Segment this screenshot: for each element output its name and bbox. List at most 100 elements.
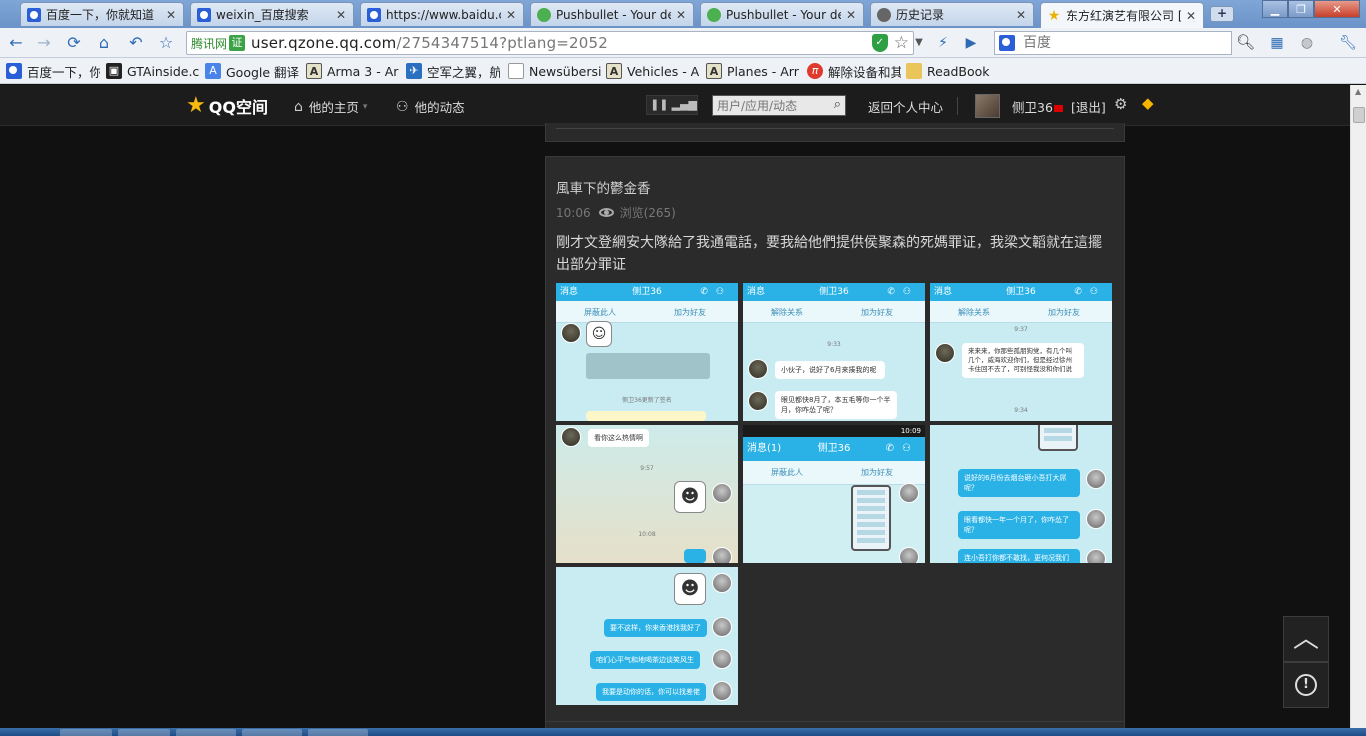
chat-bubble: 咱们心平气和地喝茶边谈笑风生 [590,651,700,669]
back-button[interactable]: ← [6,33,26,53]
bookmark-item[interactable]: A Google 翻译 [205,62,299,80]
pause-icon[interactable]: ❚❚ [647,96,672,114]
lightning-icon: ⚡ [938,35,948,51]
vertical-scrollbar[interactable]: ▲ [1350,85,1366,728]
photo-thumbnail[interactable]: 看你这么热情啊 9:57 ☻ 10:08 [556,425,738,563]
photo-thumbnail[interactable]: 消息 侧卫36 ✆⚇ 屏蔽此人 加为好友 ☺ 侧卫36更新了签名 [556,283,738,421]
scrollbar-thumb[interactable] [1353,107,1365,123]
undo-button[interactable]: ↶ [126,33,146,53]
bookmark-item[interactable]: Newsübersi [508,62,602,80]
close-icon[interactable]: ✕ [505,8,517,22]
bar-chart-icon[interactable]: ▂▄▆ [672,96,697,114]
qzone-search-input[interactable] [713,96,823,115]
home-button[interactable]: ⌂ [94,33,114,53]
bookmark-item[interactable]: ▣ GTAinside.c [106,62,200,80]
close-icon[interactable]: ✕ [1185,9,1197,23]
chat-actions: 屏蔽此人 加为好友 [556,301,738,323]
post-author[interactable]: 風車下的鬱金香 [556,177,651,197]
photo-thumbnail[interactable]: 10:09 消息(1) 侧卫36 ✆⚇ 屏蔽此人 加为好友 [743,425,925,563]
extensions-button[interactable]: ▦ [1268,33,1286,53]
home-icon: ⌂ [98,33,110,52]
baidu-paw-icon [197,7,211,22]
bookmark-label: Planes - Arr [727,63,799,79]
sticker: ☻ [674,481,706,513]
post-time: 10:06 [556,205,591,220]
search-button[interactable]: 🔍︎ [1236,33,1255,51]
chat-action-label: 解除关系 [771,308,803,317]
bookmark-item[interactable]: A Vehicles - A [606,62,700,80]
bookmark-item[interactable]: A Planes - Arr [706,62,800,80]
nav-his-home[interactable]: ⌂ 他的主页 ▾ [294,97,367,116]
forward-button[interactable]: → [34,33,54,53]
tab-baidu-url[interactable]: https://www.baidu.c ✕ [360,2,524,26]
plane-icon: ✈ [406,63,422,79]
bookmark-item[interactable]: ReadBook [906,62,1006,80]
chat-bubble: 要不这样，你来香港找我好了 [604,619,707,637]
search-icon[interactable]: ⌕ [834,97,841,112]
url-text[interactable]: user.qzone.qq.com/2754347514?ptlang=2052 [251,34,608,52]
bookmark-item[interactable]: ✈ 空军之翼，航 [406,62,500,80]
bookmark-item[interactable]: A Arma 3 - Ar [306,62,400,80]
minimize-button[interactable]: ▁ [1262,0,1288,18]
search-box[interactable] [994,31,1232,55]
new-tab-button[interactable]: + [1210,6,1234,22]
photo-thumbnail[interactable]: ☻ 要不这样，你来香港找我好了 咱们心平气和地喝茶边谈笑风生 我要是动你的话，你… [556,567,738,705]
photo-thumbnail[interactable]: 消息 侧卫36 ✆⚇ 解除关系 加为好友 9:33 小伙子，说好了6月来揍我的呢 眼见… [743,283,925,421]
speed-button[interactable]: ⚡ [934,33,952,53]
chat-bubble: 来来来，你那些孤朋狗党，有几个叫几个，威海欢迎你们，但是经过徐州卡住回不去了，可… [962,343,1084,378]
tab-pushbullet-2[interactable]: Pushbullet - Your de ✕ [700,2,864,26]
star-icon[interactable]: ☆ [894,34,909,52]
bookmark-button[interactable]: ☆ [156,33,176,53]
avatar[interactable] [975,94,1000,118]
diamond-icon[interactable]: ◆ [1142,94,1154,112]
play-button[interactable]: ▶ [962,33,980,53]
gear-icon[interactable]: ⚙ [1114,95,1127,113]
tab-qzone-active[interactable]: ★ 东方红演艺有限公司 [ ✕ [1040,2,1204,28]
taskbar-item[interactable] [176,729,236,736]
photo-thumbnail[interactable]: 说好的6月份去烟台砸小吾打大屌呢？ 眼看都快一年一个月了，你咋怂了呢？ 连小吾打… [930,425,1112,563]
search-input[interactable] [1023,35,1213,51]
globe-button[interactable]: ◍ [1298,33,1316,53]
tab-history[interactable]: 历史记录 ✕ [870,2,1034,26]
avatar [1086,549,1106,563]
close-window-button[interactable]: ✕ [1314,0,1360,18]
report-button[interactable]: ! [1283,662,1329,708]
scroll-to-top-button[interactable]: ︿ [1283,616,1329,662]
qzone-search[interactable]: ⌕ [712,95,846,116]
menu-button[interactable]: 🔧︎ [1334,33,1362,53]
qzone-logo[interactable]: ★ QQ空间 [186,94,268,118]
close-icon[interactable]: ✕ [165,8,177,22]
view-toggle[interactable]: ❚❚ ▂▄▆ [646,95,698,115]
username-link[interactable]: 侧卫36 [1012,97,1063,116]
nav-his-activity[interactable]: ⚇ 他的动态 [396,97,465,116]
taskbar-item[interactable] [118,729,170,736]
bookmark-label: GTAinside.c [127,63,200,79]
tab-baidu-home[interactable]: 百度一下，你就知道 ✕ [20,2,184,26]
close-icon[interactable]: ✕ [335,8,347,22]
photo-thumbnail[interactable]: 消息 侧卫36 ✆⚇ 解除关系 加为好友 9:37 来来来，你那些孤朋狗党，有几个叫几… [930,283,1112,421]
scroll-up-arrow-icon[interactable]: ▲ [1355,87,1361,96]
chat-note: 侧卫36更新了签名 [622,397,672,404]
taskbar-item[interactable] [242,729,302,736]
close-icon[interactable]: ✕ [675,8,687,22]
shield-icon[interactable]: ✓ [871,34,888,52]
chat-header: 消息 侧卫36 ✆⚇ [556,283,738,301]
bookmark-item[interactable]: π 解除设备和其 [807,62,901,80]
taskbar-item[interactable] [60,729,112,736]
tab-pushbullet-1[interactable]: Pushbullet - Your de ✕ [530,2,694,26]
bookmark-item[interactable]: 百度一下，你 [6,62,100,80]
logout-link[interactable]: [退出] [1071,97,1106,116]
post-views[interactable]: 浏览(265) [620,204,676,221]
address-bar[interactable]: 腾讯网 证 user.qzone.qq.com/2754347514?ptlan… [186,31,914,55]
china-flag-icon [1053,105,1063,112]
maximize-button[interactable]: ❐ [1288,0,1314,18]
tab-weixin-search[interactable]: weixin_百度搜索 ✕ [190,2,354,26]
taskbar-item[interactable] [308,729,368,736]
close-icon[interactable]: ✕ [845,8,857,22]
close-icon[interactable]: ✕ [1015,8,1027,22]
bookmark-label: ReadBook [927,63,990,79]
return-personal-center-link[interactable]: 返回个人中心 [868,97,943,116]
dropdown-button[interactable]: ▼ [910,33,928,53]
reload-button[interactable]: ⟳ [64,33,84,53]
chat-time: 9:37 [1014,326,1028,333]
